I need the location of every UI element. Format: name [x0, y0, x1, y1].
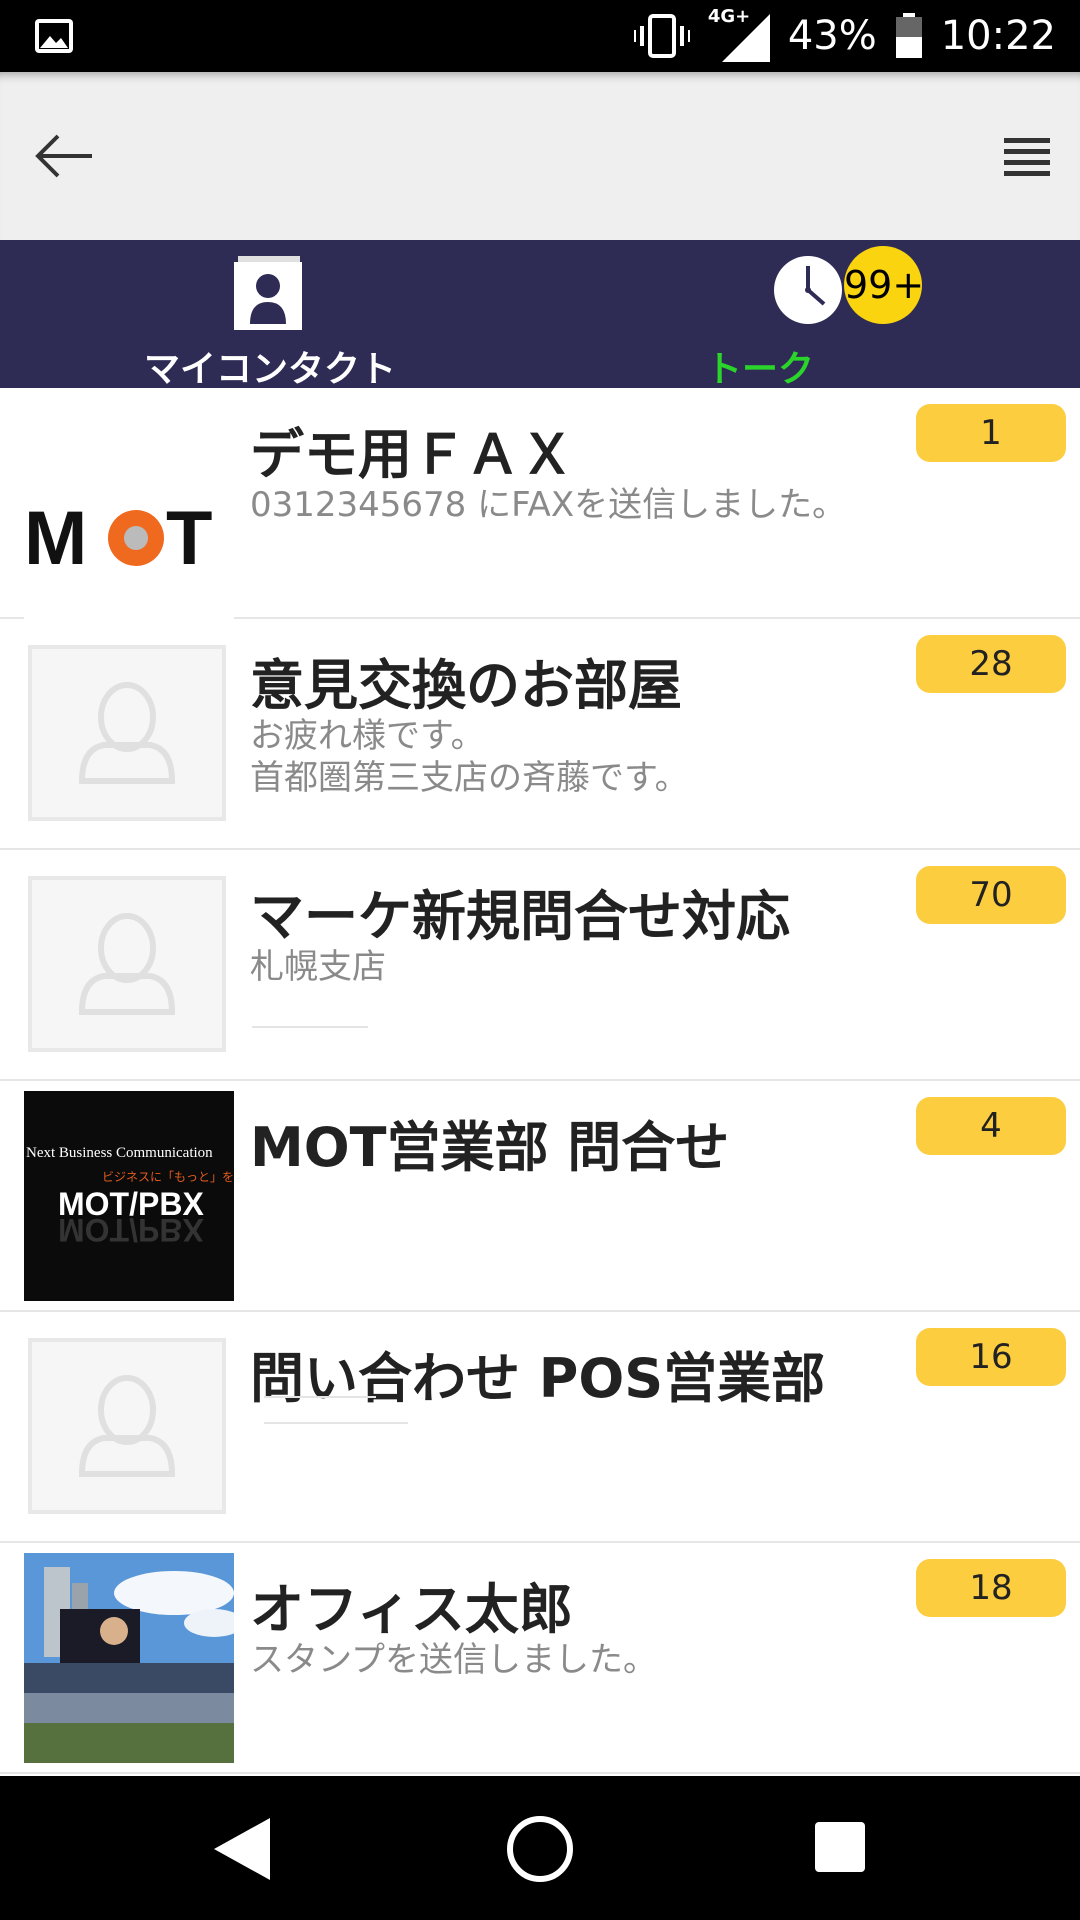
list-item[interactable]: オフィス太郎 スタンプを送信しました。 18 [0, 1543, 1080, 1774]
svg-text:MOT/PBX: MOT/PBX [58, 1212, 204, 1248]
user-placeholder-avatar [28, 1338, 226, 1514]
last-message: 札幌支店 [250, 947, 386, 987]
unread-count-badge: 70 [916, 866, 1066, 924]
last-message: スタンプを送信しました。 [250, 1640, 657, 1680]
clock-icon [774, 256, 842, 324]
person-icon [78, 682, 176, 784]
clock-time: 10:22 [940, 13, 1056, 59]
notification-badge: 99+ [844, 246, 924, 324]
banner-line-1: Next Business Communication [26, 1145, 213, 1161]
person-icon [78, 1375, 176, 1477]
list-item[interactable]: M T デモ用ＦＡＸ 0312345678 にFAXを送信しました。 1 [0, 388, 1080, 624]
unread-count-badge: 16 [916, 1328, 1066, 1386]
battery-percent: 43% [787, 13, 877, 59]
system-navigation-bar [0, 1776, 1080, 1920]
svg-text:T: T [166, 496, 212, 581]
tab-my-contacts[interactable]: マイコンタクト [100, 240, 440, 390]
gallery-notification-icon [35, 19, 73, 53]
divider [252, 1026, 368, 1028]
conversation-title: 問い合わせ POS営業部 [250, 1347, 826, 1410]
last-message: 0312345678 にFAXを送信しました。 [250, 485, 847, 525]
tab-talk[interactable]: 99+ トーク [680, 240, 940, 390]
list-item[interactable]: 問い合わせ POS営業部 16 [0, 1312, 1080, 1543]
person-icon [78, 913, 176, 1015]
conversation-title: オフィス太郎 [250, 1578, 573, 1641]
list-item[interactable]: Next Business Communication ビジネスに「もっと」を!… [0, 1081, 1080, 1312]
unread-count-badge: 4 [916, 1097, 1066, 1155]
tab-bar: マイコンタクト 99+ トーク [0, 240, 1080, 390]
contact-book-icon [234, 256, 302, 330]
unread-count-badge: 1 [916, 404, 1066, 462]
status-bar: 4G+ 43% 10:22 [0, 0, 1080, 72]
battery-icon [895, 13, 922, 58]
back-arrow-icon[interactable] [30, 126, 100, 186]
banner-line-2: ビジネスに「もっと」を!! [102, 1170, 234, 1184]
divider [264, 1422, 408, 1424]
nav-recent-apps-icon[interactable] [815, 1822, 865, 1872]
last-message: お疲れ様です。 首都圏第三支店の斉藤です。 [250, 716, 689, 798]
tab-label: トーク [705, 349, 814, 390]
menu-icon[interactable] [994, 128, 1060, 188]
list-item[interactable]: 意見交換のお部屋 お疲れ様です。 首都圏第三支店の斉藤です。 28 [0, 619, 1080, 850]
unread-count-badge: 18 [916, 1559, 1066, 1617]
svg-text:M: M [24, 496, 87, 581]
stadium-photo-avatar [24, 1553, 234, 1763]
list-item[interactable]: マーケ新規問合せ対応 札幌支店 70 [0, 850, 1080, 1081]
vibrate-icon [633, 14, 690, 58]
nav-back-icon[interactable] [210, 1816, 272, 1882]
conversation-title: 意見交換のお部屋 [250, 654, 682, 717]
nav-home-icon[interactable] [505, 1814, 575, 1884]
divider [264, 1396, 376, 1398]
user-placeholder-avatar [28, 876, 226, 1052]
app-bar [0, 72, 1080, 240]
signal-icon: 4G+ [708, 6, 770, 62]
mot-pbx-banner-avatar: Next Business Communication ビジネスに「もっと」を!… [24, 1091, 234, 1301]
user-placeholder-avatar [28, 645, 226, 821]
conversation-list: M T デモ用ＦＡＸ 0312345678 にFAXを送信しました。 1 意見交… [0, 388, 1080, 1774]
unread-count-badge: 28 [916, 635, 1066, 693]
tab-label: マイコンタクト [143, 349, 396, 390]
mot-logo-avatar: M T [24, 414, 234, 624]
conversation-title: デモ用ＦＡＸ [250, 423, 574, 486]
conversation-title: MOT営業部 問合せ [250, 1116, 730, 1179]
conversation-title: マーケ新規問合せ対応 [250, 885, 790, 948]
